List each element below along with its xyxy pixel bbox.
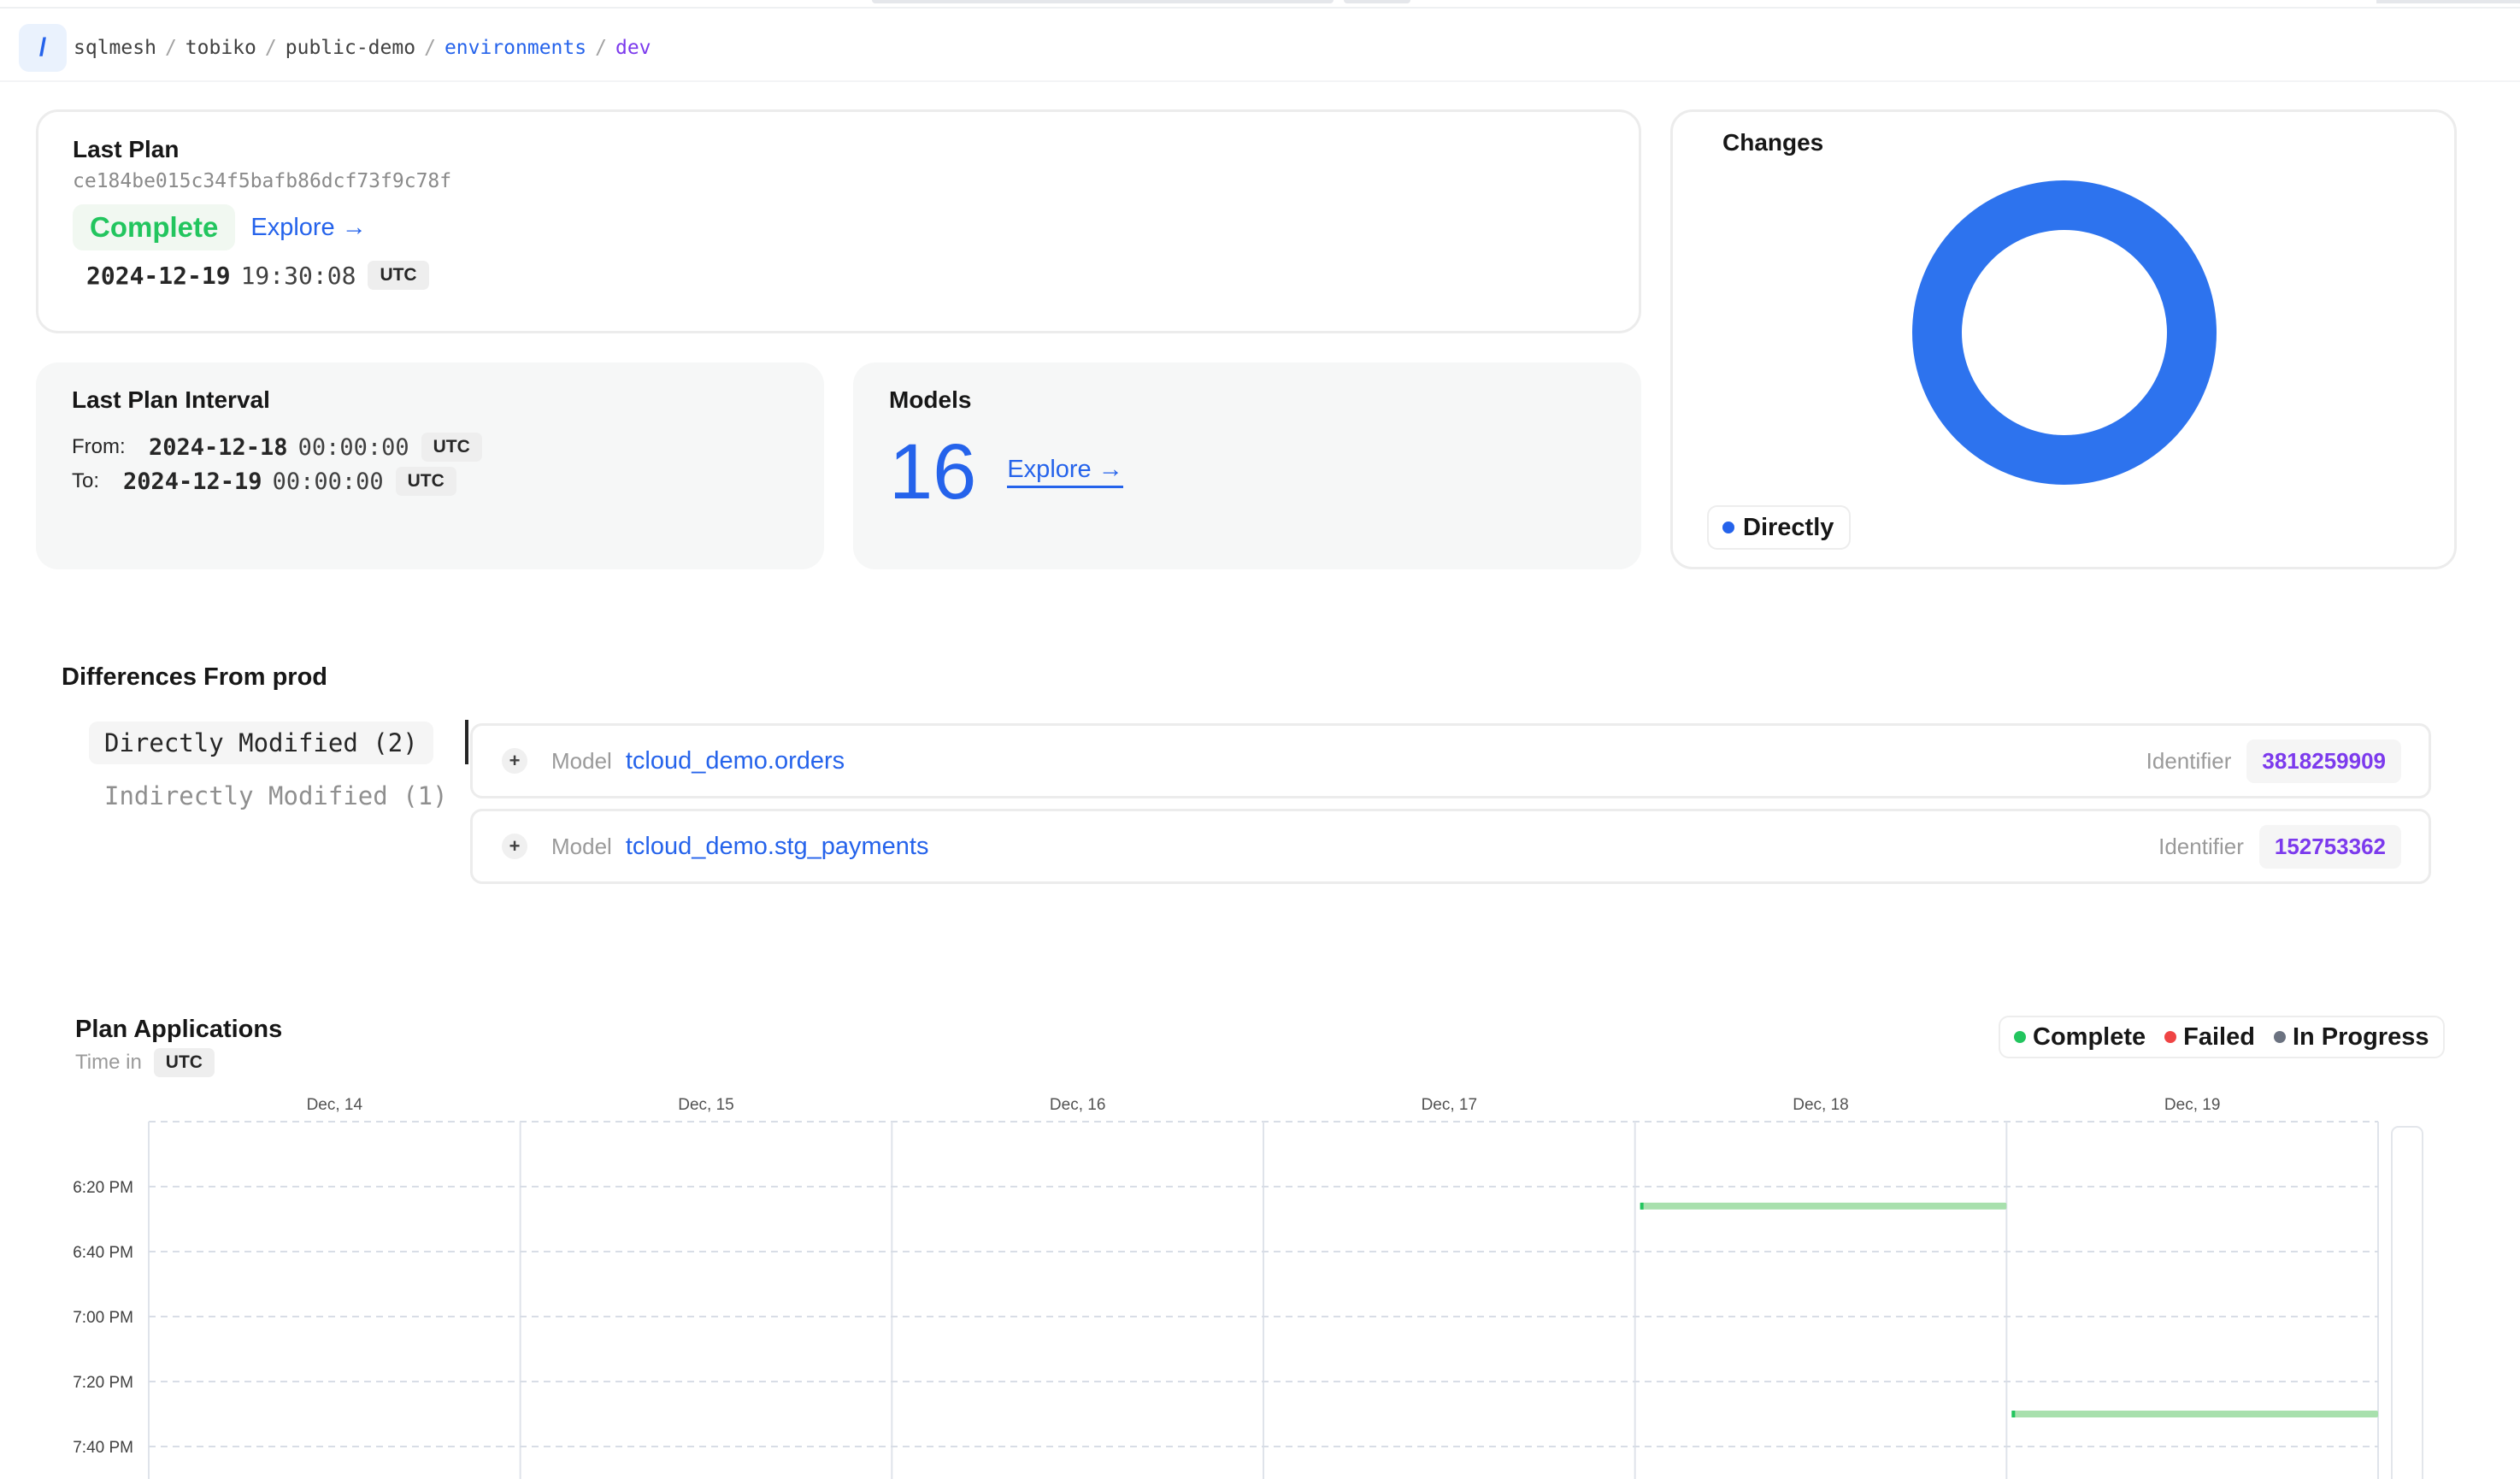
legend-label-directly: Directly (1743, 513, 1834, 541)
x-axis-tick-label: Dec, 17 (1422, 1096, 1477, 1114)
identifier-label: Identifier (2146, 747, 2232, 774)
y-axis-tick-label: 6:20 PM (73, 1179, 133, 1197)
model-name-link[interactable]: tcloud_demo.orders (626, 747, 845, 775)
x-axis-tick-label: Dec, 16 (1050, 1096, 1105, 1114)
plan-applications-legend: Complete Failed In Progress (1999, 1016, 2445, 1058)
changes-legend: Directly (1707, 505, 1852, 550)
timezone-badge: UTC (368, 261, 429, 290)
row-kind-label: Model (551, 833, 612, 859)
last-plan-title: Last Plan (73, 136, 180, 162)
to-time: 00:00:00 (272, 468, 384, 495)
top-strip (0, 0, 2520, 9)
timeline-bar-start (1640, 1202, 1644, 1210)
breadcrumb-separator: / (164, 37, 177, 59)
from-label: From: (72, 435, 126, 458)
row-kind-label: Model (551, 747, 612, 774)
x-axis-tick-label: Dec, 19 (2164, 1096, 2220, 1114)
list-item[interactable]: + Model tcloud_demo.stg_payments Identif… (470, 809, 2431, 884)
breadcrumb-item-public-demo[interactable]: public-demo (286, 37, 415, 59)
expand-plus-icon[interactable]: + (502, 748, 527, 774)
legend-dot-icon (2273, 1031, 2286, 1043)
identifier-label: Identifier (2158, 833, 2244, 859)
filter-indirectly-modified[interactable]: Indirectly Modified (1) (89, 775, 463, 817)
filter-divider (465, 720, 468, 764)
changes-title: Changes (1722, 129, 1824, 156)
timezone-badge: UTC (421, 433, 482, 462)
filter-directly-modified[interactable]: Directly Modified (2) (89, 722, 433, 764)
models-title: Models (889, 386, 972, 413)
plan-applications-timeline: Dec, 14 Dec, 15 Dec, 16 Dec, 17 Dec, 18 Dec, … (73, 1096, 2423, 1479)
models-card: Models 16 Explore → (853, 362, 1641, 569)
x-axis-tick-label: Dec, 14 (307, 1096, 363, 1114)
plan-applications-title: Plan Applications (75, 1016, 283, 1043)
x-axis-tick-label: Dec, 15 (678, 1096, 733, 1114)
breadcrumb-separator: / (424, 37, 436, 59)
legend-label-complete: Complete (2033, 1022, 2146, 1051)
home-icon[interactable]: / (19, 24, 67, 72)
model-name-link[interactable]: tcloud_demo.stg_payments (626, 833, 929, 861)
y-axis-tick-label: 7:20 PM (73, 1374, 133, 1392)
legend-label-failed: Failed (2183, 1022, 2255, 1051)
explore-models-link[interactable]: Explore → (1007, 456, 1123, 488)
identifier-value: 152753362 (2258, 824, 2401, 869)
plan-applications-subtitle: Time in UTC (75, 1048, 215, 1077)
changes-card: Changes Directly (1670, 109, 2457, 569)
last-plan-interval-card: Last Plan Interval From: 2024-12-18 00:0… (36, 362, 824, 569)
models-count: 16 (889, 428, 977, 516)
timeline-bar-start (2011, 1411, 2016, 1417)
legend-label-in-progress: In Progress (2292, 1022, 2429, 1051)
changes-donut-chart (1912, 180, 2217, 485)
plan-date: 2024-12-19 (86, 261, 231, 290)
plan-hash: ce184be015c34f5bafb86dcf73f9c78f (73, 170, 452, 192)
status-badge: Complete (73, 204, 236, 250)
to-date: 2024-12-19 (123, 468, 262, 495)
breadcrumb-separator: / (595, 37, 607, 59)
y-axis-tick-label: 7:00 PM (73, 1309, 133, 1327)
identifier-value: 3818259909 (2246, 739, 2401, 783)
breadcrumb-item-sqlmesh[interactable]: sqlmesh (74, 37, 156, 59)
last-plan-card: Last Plan ce184be015c34f5bafb86dcf73f9c7… (36, 109, 1641, 333)
from-time: 00:00:00 (297, 433, 409, 461)
donut-ring-directly[interactable] (1912, 180, 2217, 485)
plan-time: 19:30:08 (240, 261, 356, 290)
top-tab[interactable] (1344, 0, 1410, 3)
top-tab[interactable] (872, 0, 1334, 3)
to-label: To: (72, 469, 100, 492)
timezone-badge: UTC (395, 467, 456, 496)
timeline-scrollbar[interactable] (2391, 1126, 2423, 1479)
expand-plus-icon[interactable]: + (502, 834, 527, 859)
interval-title: Last Plan Interval (72, 386, 270, 413)
differences-title: Differences From prod (62, 663, 327, 691)
timeline-bar[interactable] (2011, 1411, 2378, 1417)
top-tab[interactable] (2376, 0, 2520, 3)
time-in-label: Time in (75, 1051, 142, 1074)
explore-plan-link[interactable]: Explore → (250, 214, 366, 242)
breadcrumb-item-environments[interactable]: environments (445, 37, 586, 59)
y-axis-tick-label: 7:40 PM (73, 1439, 133, 1457)
timeline-bar[interactable] (1640, 1202, 2007, 1210)
list-item[interactable]: + Model tcloud_demo.orders Identifier 38… (470, 723, 2431, 798)
legend-dot-icon (1722, 521, 1734, 533)
breadcrumb-item-current: dev (615, 37, 651, 59)
x-axis-tick-label: Dec, 18 (1793, 1096, 1848, 1114)
header-divider (0, 80, 2520, 82)
legend-dot-icon (2164, 1031, 2177, 1043)
y-axis-tick-label: 6:40 PM (73, 1244, 133, 1262)
legend-dot-icon (2014, 1031, 2026, 1043)
timezone-badge: UTC (153, 1048, 215, 1077)
breadcrumb-separator: / (264, 37, 277, 59)
from-date: 2024-12-18 (149, 433, 288, 461)
breadcrumb: / sqlmesh / tobiko / public-demo / envir… (19, 24, 651, 72)
breadcrumb-item-tobiko[interactable]: tobiko (185, 37, 256, 59)
